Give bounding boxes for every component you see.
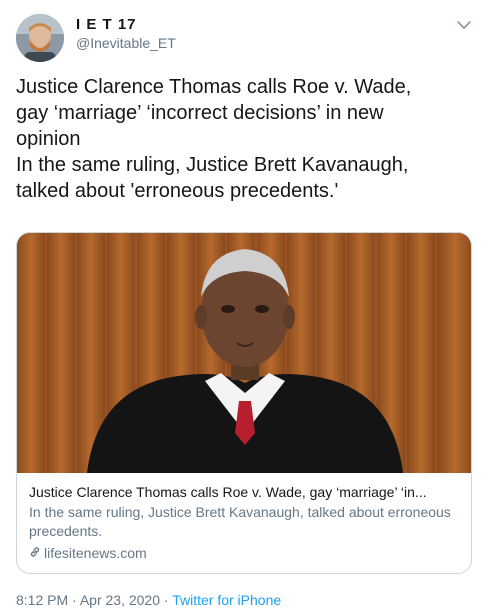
tweet-text-line: talked about 'erroneous precedents.' xyxy=(16,180,339,202)
display-name[interactable]: I E T 17 xyxy=(76,16,176,33)
footer-separator: · xyxy=(72,592,77,608)
link-card[interactable]: Justice Clarence Thomas calls Roe v. Wad… xyxy=(16,232,472,574)
tweet-text-line: gay ‘marriage’ ‘incorrect decisions’ in … xyxy=(16,102,384,124)
tweet: I E T 17 @Inevitable_ET Justice Clarence… xyxy=(0,0,489,614)
tweet-date[interactable]: Apr 23, 2020 xyxy=(80,592,160,608)
tweet-text-line: In the same ruling, Justice Brett Kavana… xyxy=(16,154,409,176)
card-domain: lifesitenews.com xyxy=(29,544,459,563)
card-meta: Justice Clarence Thomas calls Roe v. Wad… xyxy=(29,483,459,563)
tweet-time[interactable]: 8:12 PM xyxy=(16,592,68,608)
user-names: I E T 17 @Inevitable_ET xyxy=(76,16,176,51)
card-description: In the same ruling, Justice Brett Kavana… xyxy=(29,504,451,539)
tweet-footer: 8:12 PM · Apr 23, 2020 · Twitter for iPh… xyxy=(16,592,281,608)
card-domain-text: lifesitenews.com xyxy=(44,545,147,561)
user-handle[interactable]: @Inevitable_ET xyxy=(76,35,176,51)
avatar-image xyxy=(16,14,64,62)
tweet-text-line: Justice Clarence Thomas calls Roe v. Wad… xyxy=(16,76,412,98)
tweet-header: I E T 17 @Inevitable_ET xyxy=(16,10,473,62)
card-image xyxy=(17,233,471,473)
footer-separator: · xyxy=(163,592,169,608)
tweet-text: Justice Clarence Thomas calls Roe v. Wad… xyxy=(16,74,474,204)
tweet-source-link[interactable]: Twitter for iPhone xyxy=(172,592,281,608)
link-icon xyxy=(29,544,41,563)
avatar[interactable] xyxy=(16,14,64,62)
chevron-down-icon[interactable] xyxy=(455,16,473,34)
card-title: Justice Clarence Thomas calls Roe v. Wad… xyxy=(29,484,427,500)
tweet-text-line: opinion xyxy=(16,128,81,150)
